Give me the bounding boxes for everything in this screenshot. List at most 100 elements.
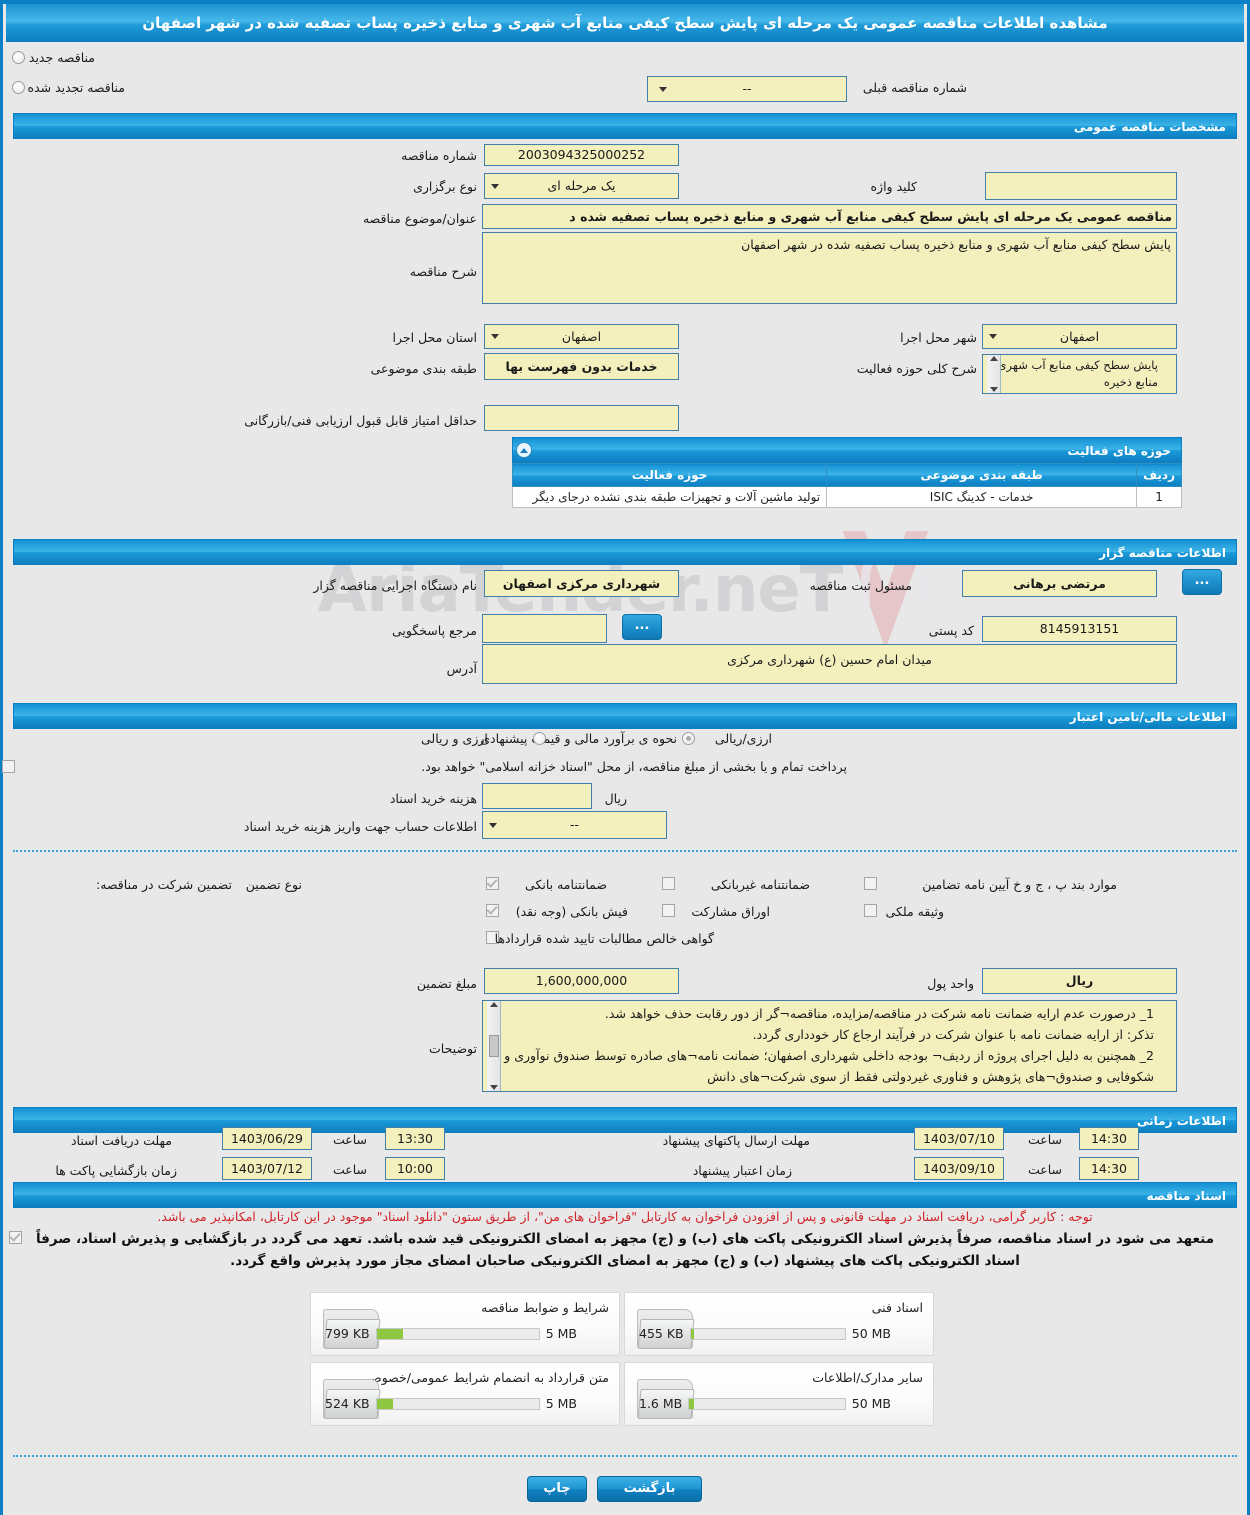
- field-proposal-send-deadline-date[interactable]: 1403/07/10: [914, 1127, 1004, 1150]
- chevron-down-icon: [659, 87, 667, 92]
- field-answer-reference[interactable]: [482, 614, 607, 643]
- select-previous-tender-number[interactable]: --: [647, 76, 847, 102]
- scroll-down-icon[interactable]: [989, 387, 998, 392]
- label-answer-reference: مرجع پاسخگویی: [391, 623, 477, 638]
- field-subject-classification[interactable]: خدمات بدون فهرست بها: [484, 353, 679, 380]
- divider: [13, 850, 1237, 852]
- attachment-name: متن قرارداد به انضمام شرایط عمومی/خصوصی: [360, 1370, 609, 1385]
- label-new-tender: مناقصه جدید: [28, 50, 95, 65]
- label-subject-classification: طبقه بندی موضوعی: [370, 361, 477, 376]
- attachment-card-other[interactable]: سایر مدارک/اطلاعات 1.6 MB 50 MB: [624, 1362, 934, 1426]
- checkbox-bank-guarantee[interactable]: [486, 877, 499, 890]
- label-min-score: حداقل امتیاز قابل قبول ارزیابی فنی/بازرگ…: [244, 413, 477, 428]
- attachment-card-technical[interactable]: اسناد فنی 455 KB 50 MB: [624, 1292, 934, 1356]
- back-button[interactable]: بازگشت: [597, 1476, 702, 1502]
- attachment-size: 455 KB: [639, 1326, 684, 1341]
- field-doc-receipt-deadline-time[interactable]: 13:30: [385, 1127, 445, 1150]
- field-validity-time[interactable]: 14:30: [1079, 1157, 1139, 1180]
- chevron-down-icon: [491, 184, 499, 189]
- scroll-up-icon[interactable]: [489, 1002, 498, 1007]
- label-guarantee-notes: توضیحات: [429, 1041, 477, 1056]
- attachment-max-size: 50 MB: [851, 1326, 891, 1341]
- field-currency-unit[interactable]: ریال: [982, 968, 1177, 994]
- section-documents: اسناد مناقصه: [13, 1182, 1237, 1208]
- label-net-claims-certificate: گواهی خالص مطالبات تایید شده قراردادها: [494, 931, 714, 946]
- cell-row-number: 1: [1136, 486, 1182, 508]
- radio-renewed-tender[interactable]: [12, 81, 25, 94]
- documents-red-notice: توجه : کاربر گرامی، دریافت اسناد در مهلت…: [157, 1209, 1093, 1224]
- field-doc-receipt-deadline-date[interactable]: 1403/06/29: [222, 1127, 312, 1150]
- field-opening-date[interactable]: 1403/07/12: [222, 1157, 312, 1180]
- attachment-card-terms[interactable]: شرایط و ضوابط مناقصه 799 KB 5 MB: [310, 1292, 620, 1356]
- checkbox-regulation-items[interactable]: [864, 877, 877, 890]
- registrar-lookup-button[interactable]: ...: [1182, 569, 1222, 595]
- label-guarantee-amount: مبلغ تضمین: [416, 976, 477, 991]
- field-validity-date[interactable]: 1403/09/10: [914, 1157, 1004, 1180]
- label-participation-bonds: اوراق مشارکت: [691, 904, 770, 919]
- label-regulation-items: موارد بند پ ، ج و خ آیین نامه تضامین: [922, 877, 1117, 892]
- chevron-up-icon: [520, 447, 528, 453]
- documents-black-notice: متعهد می شود در اسناد مناقصه، صرفاً پذیر…: [35, 1231, 1215, 1269]
- checkbox-bank-receipt[interactable]: [486, 904, 499, 917]
- checkbox-property-collateral[interactable]: [864, 904, 877, 917]
- print-button[interactable]: چاپ: [527, 1476, 587, 1502]
- field-tender-subject[interactable]: مناقصه عمومی یک مرحله ای پایش سطح کیفی م…: [482, 204, 1177, 229]
- attachment-size: 799 KB: [325, 1326, 370, 1341]
- label-province: استان محل اجرا: [392, 330, 477, 345]
- cell-classification: خدمات - کدینگ ISIC: [826, 486, 1138, 508]
- radio-currency-and-rial[interactable]: [533, 732, 546, 745]
- label-doc-purchase-cost: هزینه خرید اسناد: [389, 791, 477, 806]
- label-validity-time: ساعت: [1027, 1162, 1062, 1177]
- label-currency-rial: ارزی/ریالی: [714, 731, 772, 746]
- field-registrar[interactable]: مرتضی برهانی: [962, 570, 1157, 597]
- label-account-info: اطلاعات حساب جهت واریز هزینه خرید اسناد: [243, 819, 477, 834]
- select-city[interactable]: اصفهان: [982, 324, 1177, 349]
- label-address: آدرس: [446, 661, 477, 676]
- field-doc-purchase-cost[interactable]: [482, 783, 592, 809]
- label-proposal-send-deadline: مهلت ارسال پاکتهای پیشنهاد: [662, 1133, 810, 1148]
- scroll-down-icon[interactable]: [489, 1085, 498, 1090]
- field-address[interactable]: میدان امام حسین (ع) شهرداری مرکزی: [482, 644, 1177, 684]
- attachment-card-contract[interactable]: متن قرارداد به انضمام شرایط عمومی/خصوصی …: [310, 1362, 620, 1426]
- section-timing: اطلاعات زمانی: [13, 1107, 1237, 1133]
- field-min-score[interactable]: [484, 405, 679, 431]
- textarea-activity-summary[interactable]: پایش سطح کیفی منابع آب شهری و منابع ذخیر…: [982, 354, 1177, 394]
- attachment-max-size: 5 MB: [545, 1326, 577, 1341]
- scrollbar-thumb[interactable]: [488, 1035, 499, 1057]
- collapse-activity-areas-button[interactable]: [516, 442, 532, 458]
- select-holding-type[interactable]: یک مرحله ای: [484, 173, 679, 199]
- attachment-size: 1.6 MB: [639, 1396, 683, 1411]
- label-keyword: کلید واژه: [870, 179, 918, 194]
- field-executive-agency[interactable]: شهرداری مرکزی اصفهان: [484, 570, 679, 597]
- checkbox-nonbank-guarantee[interactable]: [662, 877, 675, 890]
- label-doc-receipt-deadline: مهلت دریافت اسناد: [70, 1133, 172, 1148]
- textarea-tender-description[interactable]: پایش سطح کیفی منابع آب شهری و منابع ذخیر…: [482, 232, 1177, 304]
- answer-reference-lookup-button[interactable]: ...: [622, 614, 662, 640]
- table-row: 1 خدمات - کدینگ ISIC تولید ماشین آلات و …: [511, 486, 1182, 508]
- field-proposal-send-deadline-time[interactable]: 14:30: [1079, 1127, 1139, 1150]
- column-row-number: ردیف: [1136, 463, 1182, 487]
- textarea-guarantee-notes[interactable]: 1_ درصورت عدم ارایه ضمانت نامه شرکت در م…: [482, 1000, 1177, 1092]
- cell-activity-area: تولید ماشین آلات و تجهیزات طبقه بندی نشد…: [511, 486, 828, 508]
- checkbox-islamic-treasury[interactable]: [2, 760, 15, 773]
- activity-areas-table: ردیف طبقه بندی موضوعی حوزه فعالیت 1 خدما…: [511, 463, 1182, 508]
- attachment-size-bar: [375, 1327, 540, 1340]
- radio-new-tender[interactable]: [12, 51, 25, 64]
- field-guarantee-amount[interactable]: 1,600,000,000: [484, 968, 679, 994]
- checkbox-participation-bonds[interactable]: [662, 904, 675, 917]
- label-postal-code: کد پستی: [928, 623, 974, 638]
- field-postal-code[interactable]: 8145913151: [982, 616, 1177, 642]
- field-opening-time[interactable]: 10:00: [385, 1157, 445, 1180]
- radio-currency-rial[interactable]: [682, 732, 695, 745]
- attachment-max-size: 5 MB: [545, 1396, 577, 1411]
- select-province[interactable]: اصفهان: [484, 324, 679, 349]
- scroll-up-icon[interactable]: [989, 356, 998, 361]
- field-tender-number[interactable]: 2003094325000252: [484, 144, 679, 166]
- select-account-info[interactable]: --: [482, 811, 667, 839]
- attachment-max-size: 50 MB: [851, 1396, 891, 1411]
- section-financial: اطلاعات مالی/تامین اعتبار: [13, 703, 1237, 729]
- activity-summary-scrollbar[interactable]: [987, 355, 1001, 393]
- column-activity-area: حوزه فعالیت: [511, 463, 828, 487]
- guarantee-notes-scrollbar[interactable]: [487, 1001, 501, 1091]
- field-keyword[interactable]: [985, 172, 1177, 200]
